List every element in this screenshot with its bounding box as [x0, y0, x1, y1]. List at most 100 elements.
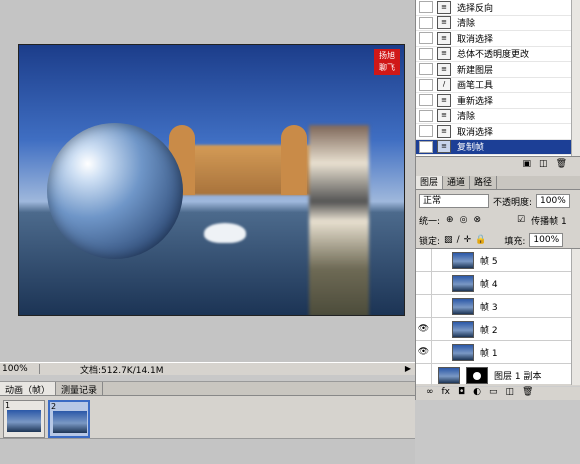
document-icon: ≡ [437, 140, 451, 154]
history-item[interactable]: ≡ 清除 [416, 16, 580, 31]
visibility-toggle[interactable] [416, 271, 432, 295]
history-item[interactable]: ≡ 复制帧 [416, 139, 580, 155]
new-snapshot-icon[interactable]: ▣ [523, 159, 532, 169]
tab-layers[interactable]: 图层 [416, 176, 444, 189]
history-item[interactable]: ≡ 总体不透明度更改 [416, 47, 580, 62]
layer-thumbnail [452, 251, 474, 269]
layers-scrollbar[interactable] [571, 249, 580, 385]
fill-label: 填充: [504, 236, 526, 247]
animation-panel: 动画（帧） 测量记录 1 2 0 秒 [0, 381, 415, 464]
link-icon[interactable]: ∞ [426, 387, 434, 397]
glass-sphere [47, 123, 183, 259]
visibility-toggle[interactable] [416, 294, 432, 318]
trash-icon[interactable]: 🗑 [556, 159, 567, 169]
unify-row: 统一: ⊕ ◎ ⊗ ☑ 传播帧 1 [416, 212, 580, 228]
document-icon: ≡ [437, 109, 451, 123]
zoom-level[interactable]: 100% [0, 364, 40, 374]
blend-mode-select[interactable]: 正常 [419, 194, 489, 208]
visibility-toggle[interactable] [416, 248, 432, 272]
layers-tabs: 图层 通道 路径 [416, 176, 580, 190]
tab-paths[interactable]: 路径 [470, 176, 498, 189]
history-item[interactable]: ≡ 取消选择 [416, 124, 580, 140]
mask-icon[interactable]: ◘ [458, 387, 465, 397]
brush-icon: / [437, 78, 451, 92]
tab-measurement-log[interactable]: 测量记录 [56, 382, 104, 396]
tab-animation[interactable]: 动画（帧） [0, 382, 57, 396]
blend-row: 正常 不透明度: 100% [416, 192, 580, 210]
document-icon: ≡ [437, 47, 451, 61]
layer-thumbnail [438, 366, 460, 384]
new-document-icon[interactable]: ◫ [539, 159, 548, 169]
animation-controls-bar [0, 438, 415, 464]
layer-thumbnail [452, 320, 474, 338]
frame-strip: 1 2 [0, 396, 415, 442]
lock-brush-icon[interactable]: / [457, 235, 460, 245]
adjustment-icon[interactable]: ◐ [473, 387, 481, 397]
group-folder-icon[interactable]: ▭ [489, 387, 498, 397]
document-icon: ≡ [437, 93, 451, 107]
opacity-input[interactable]: 100% [536, 194, 570, 208]
lock-all-icon[interactable]: 🔒 [475, 235, 486, 245]
animation-frame[interactable]: 1 [3, 400, 45, 438]
person-image [309, 125, 369, 315]
unify-style-icon[interactable]: ⊗ [473, 215, 481, 225]
history-footer: ▣ ◫ 🗑 [416, 156, 580, 170]
layer-thumbnail [452, 343, 474, 361]
fx-icon[interactable]: fx [442, 387, 451, 397]
frame-thumbnail [7, 410, 41, 432]
new-layer-icon[interactable]: ◫ [506, 387, 515, 397]
castle-tower [281, 125, 307, 195]
layers-footer: ∞ fx ◘ ◐ ▭ ◫ 🗑 [416, 384, 580, 400]
document-icon: ≡ [437, 16, 451, 30]
opacity-label: 不透明度: [493, 197, 533, 208]
right-panel: ≡ 选择反向 ≡ 清除 ≡ 取消选择 ≡ 总体不透明度更改 ≡ 新建图层 / 画笔工具 ≡ 重… [415, 0, 580, 400]
eye-icon[interactable]: 👁 [416, 317, 432, 341]
tab-channels[interactable]: 通道 [443, 176, 471, 189]
history-item[interactable]: ≡ 新建图层 [416, 62, 580, 78]
frame-number: 1 [5, 401, 11, 410]
history-item[interactable]: ≡ 重新选择 [416, 93, 580, 109]
history-panel: ≡ 选择反向 ≡ 清除 ≡ 取消选择 ≡ 总体不透明度更改 ≡ 新建图层 / 画笔工具 ≡ 重… [416, 0, 580, 156]
swan-image [204, 223, 246, 243]
layer-thumbnail [452, 297, 474, 315]
frame-thumbnail [53, 411, 87, 433]
animation-frame[interactable]: 2 [48, 400, 90, 438]
propagate-label: 传播帧 1 [531, 216, 567, 227]
fill-input[interactable]: 100% [529, 233, 564, 247]
history-item[interactable]: ≡ 取消选择 [416, 31, 580, 47]
layer-row[interactable]: 👁 帧 2 [416, 317, 580, 341]
layer-row[interactable]: 👁 帧 1 [416, 340, 580, 364]
status-bar: 100% 文档:512.7K/14.1M ▶ [0, 362, 415, 376]
frame-number: 2 [51, 402, 57, 411]
layer-mask-thumbnail[interactable] [466, 366, 488, 384]
unify-position-icon[interactable]: ⊕ [446, 215, 454, 225]
history-scrollbar[interactable] [571, 0, 580, 156]
document-workspace: 扬旭 聊飞 [0, 0, 415, 362]
document-info: 文档:512.7K/14.1M [80, 365, 164, 376]
lock-move-icon[interactable]: ✛ [464, 235, 472, 245]
unify-label: 统一: [419, 216, 441, 227]
history-item[interactable]: ≡ 清除 [416, 109, 580, 124]
layer-thumbnail [452, 274, 474, 292]
status-menu-arrow-icon[interactable]: ▶ [405, 364, 411, 373]
animation-tabs: 动画（帧） 测量记录 [0, 382, 415, 396]
trash-icon[interactable]: 🗑 [522, 387, 533, 397]
lock-label: 锁定: [419, 236, 441, 247]
document-icon: ≡ [437, 124, 451, 138]
layer-row[interactable]: 帧 4 [416, 271, 580, 295]
unify-visibility-icon[interactable]: ◎ [460, 215, 468, 225]
document-icon: ≡ [437, 62, 451, 76]
eye-icon[interactable]: 👁 [416, 340, 432, 364]
propagate-checkbox[interactable]: ☑ [517, 215, 525, 225]
layer-row[interactable]: 帧 5 [416, 248, 580, 272]
document-icon: ≡ [437, 0, 451, 14]
image-canvas[interactable]: 扬旭 聊飞 [18, 44, 405, 316]
history-item[interactable]: ≡ 选择反向 [416, 0, 580, 16]
layer-list: 帧 5 帧 4 帧 3 👁 帧 2 👁 帧 1 图层 1 副本 [416, 248, 580, 387]
document-icon: ≡ [437, 31, 451, 45]
lock-row: 锁定: ▨ / ✛ 🔒 填充: 100% [416, 232, 580, 248]
history-item[interactable]: / 画笔工具 [416, 78, 580, 93]
layer-row[interactable]: 帧 3 [416, 294, 580, 318]
seal-stamp: 扬旭 聊飞 [374, 49, 400, 75]
lock-transparency-icon[interactable]: ▨ [444, 235, 453, 245]
